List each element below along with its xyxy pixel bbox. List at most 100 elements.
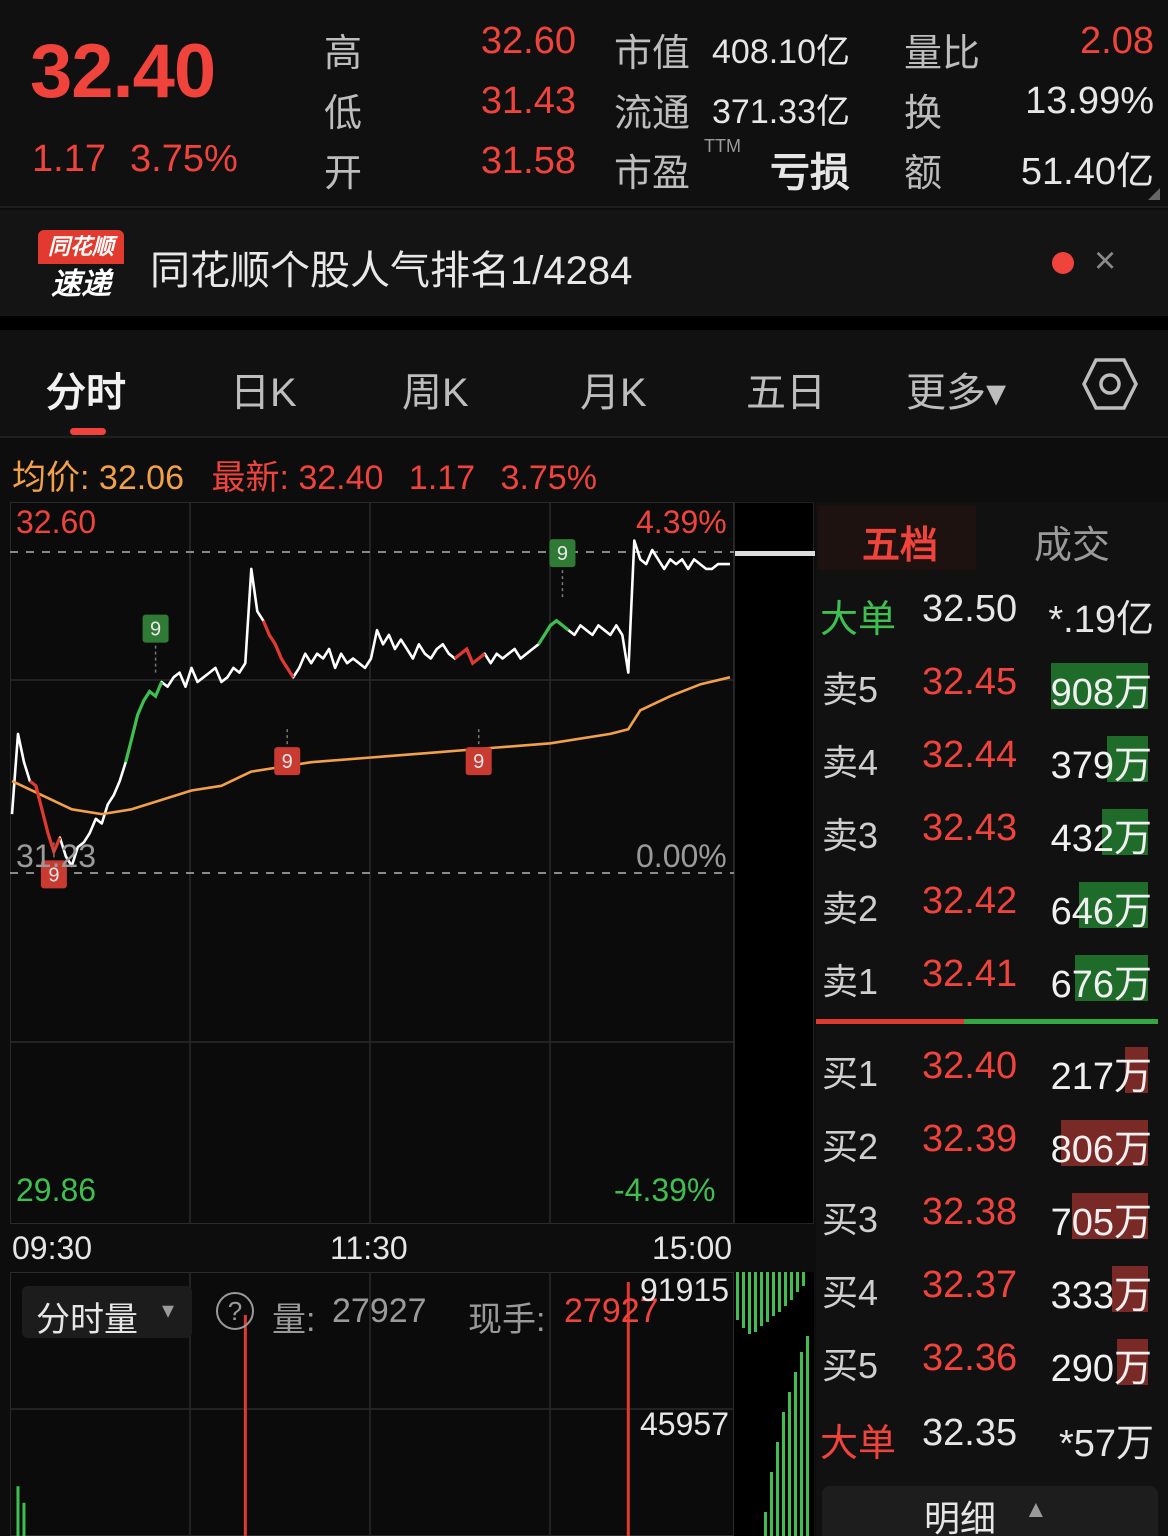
up-segment <box>537 618 570 646</box>
mktcap-label: 市值 <box>614 33 691 75</box>
tab-five-levels[interactable]: 五档 <box>862 514 938 569</box>
volume-value: 27927 <box>332 1292 427 1330</box>
tab-intraday[interactable]: 分时 <box>46 360 126 418</box>
ask-level-price: 32.41 <box>922 953 1018 995</box>
bid-level-price: 32.36 <box>922 1337 1018 1379</box>
big-sell-vol: *.19亿 <box>1048 599 1154 641</box>
tab-monthly-k[interactable]: 月K <box>580 360 647 418</box>
tab-five-day[interactable]: 五日 <box>746 360 826 418</box>
last-price: 32.40 <box>30 29 216 114</box>
volume-tick-max: 91915 <box>640 1272 729 1308</box>
hand-label: 现手: <box>468 1301 546 1339</box>
mini-price-marker <box>735 551 815 556</box>
volratio-label: 量比 <box>904 33 981 75</box>
low-value: 31.43 <box>480 80 576 122</box>
y-label-high-pct: 4.39% <box>636 504 727 540</box>
ask-level-label: 卖2 <box>822 888 879 929</box>
volume-bar <box>16 1486 20 1536</box>
tab-more[interactable]: 更多▾ <box>906 360 1006 418</box>
mktcap-value: 408.10亿 <box>712 33 850 71</box>
bid-level-label: 买5 <box>822 1345 879 1386</box>
bid-level-label: 买2 <box>822 1126 879 1167</box>
open-label: 开 <box>324 153 363 195</box>
ask-level-price: 32.43 <box>922 807 1018 849</box>
turnover-value: 13.99% <box>1025 80 1154 122</box>
big-buy-label: 大单 <box>820 1423 897 1465</box>
pe-value: 亏损 <box>770 151 850 195</box>
volume-mini-bars <box>736 1272 809 1536</box>
close-icon[interactable]: × <box>1094 240 1116 283</box>
bid-level-price: 32.40 <box>922 1045 1018 1087</box>
bid-ratio-bar <box>816 1019 964 1024</box>
ask-level-label: 卖4 <box>822 742 879 783</box>
avg-value: 32.06 <box>98 459 184 497</box>
avg-price-line <box>11 676 731 816</box>
volratio-value: 2.08 <box>1080 20 1154 62</box>
ask-level-label: 卖1 <box>822 961 879 1002</box>
y-label-low: 29.86 <box>16 1172 97 1208</box>
bid-level-price: 32.38 <box>922 1191 1018 1233</box>
big-sell-price: 32.50 <box>922 588 1018 630</box>
ask-level-price: 32.44 <box>922 734 1018 776</box>
side-mini-panel <box>734 502 815 1224</box>
settings-hexagon-icon[interactable] <box>1082 356 1138 412</box>
amount-label: 额 <box>904 153 943 195</box>
help-icon[interactable]: ? <box>216 1292 254 1330</box>
down-segment <box>453 646 486 666</box>
big-sell-label: 大单 <box>820 599 897 641</box>
volume-selector[interactable]: 分时量 ▾ <box>22 1286 192 1339</box>
x-tick-close: 15:00 <box>652 1230 733 1266</box>
y-label-prevclose: 31.23 <box>16 838 97 874</box>
float-value: 371.33亿 <box>712 93 850 131</box>
ask-level-volume: 432万 <box>1050 818 1152 860</box>
amount-value: 51.40亿 <box>1020 151 1154 193</box>
volume-tick-mid: 45957 <box>640 1406 729 1442</box>
tab-weekly-k[interactable]: 周K <box>402 360 469 418</box>
volume-bar <box>22 1502 26 1536</box>
y-label-zero-pct: 0.00% <box>636 838 727 874</box>
tab-trades[interactable]: 成交 <box>1034 514 1110 569</box>
price-chart-svg: 999 99 <box>10 502 734 1224</box>
bid-level-volume: 705万 <box>1050 1202 1152 1244</box>
chart-info-line: 均价: 32.06 最新: 32.40 1.17 3.75% <box>12 450 597 499</box>
detail-button[interactable]: 明细 ▲ <box>822 1486 1158 1536</box>
volume-mini-panel <box>734 1272 814 1536</box>
ths-news-logo: 同花顺 速递 <box>38 230 124 308</box>
tab-daily-k[interactable]: 日K <box>230 360 297 418</box>
td-signal-label: 9 <box>557 543 568 565</box>
price-change-pct: 3.75% <box>130 138 238 180</box>
x-tick-open: 09:30 <box>12 1230 93 1266</box>
latest-value: 32.40 <box>298 459 384 497</box>
low-label: 低 <box>324 93 363 135</box>
unread-dot-icon <box>1052 252 1074 274</box>
td-signal-label: 9 <box>282 751 293 773</box>
big-buy-price: 32.35 <box>922 1412 1018 1454</box>
volume-bar <box>243 1314 247 1536</box>
volume-label: 量: <box>272 1301 316 1339</box>
td-signal-label: 9 <box>473 751 484 773</box>
bid-level-price: 32.39 <box>922 1118 1018 1160</box>
price-change: 1.17 <box>32 138 106 180</box>
open-value: 31.58 <box>480 140 576 182</box>
bid-level-label: 买1 <box>822 1053 879 1094</box>
turnover-label: 换 <box>904 93 943 135</box>
logo-bottom-text: 速递 <box>51 268 111 301</box>
bid-level-label: 买4 <box>822 1272 879 1313</box>
ask-level-volume: 676万 <box>1050 964 1152 1006</box>
ask-level-price: 32.42 <box>922 880 1018 922</box>
x-tick-midday: 11:30 <box>330 1230 408 1266</box>
ask-ratio-bar <box>964 1019 1158 1024</box>
ask-level-volume: 646万 <box>1050 891 1152 933</box>
logo-top-text: 同花顺 <box>38 230 124 264</box>
avg-label: 均价: <box>12 459 90 497</box>
volume-selector-label: 分时量 <box>36 1301 138 1339</box>
high-label: 高 <box>324 33 363 75</box>
td-signal-label: 9 <box>150 619 161 641</box>
active-tab-indicator <box>70 428 106 435</box>
ask-level-volume: 379万 <box>1050 745 1152 787</box>
price-line <box>10 539 730 868</box>
float-label: 流通 <box>614 93 691 135</box>
y-label-low-pct: -4.39% <box>614 1172 716 1208</box>
news-text[interactable]: 同花顺个股人气排名1/4284 <box>150 238 632 296</box>
big-buy-vol: *57万 <box>1058 1423 1154 1465</box>
